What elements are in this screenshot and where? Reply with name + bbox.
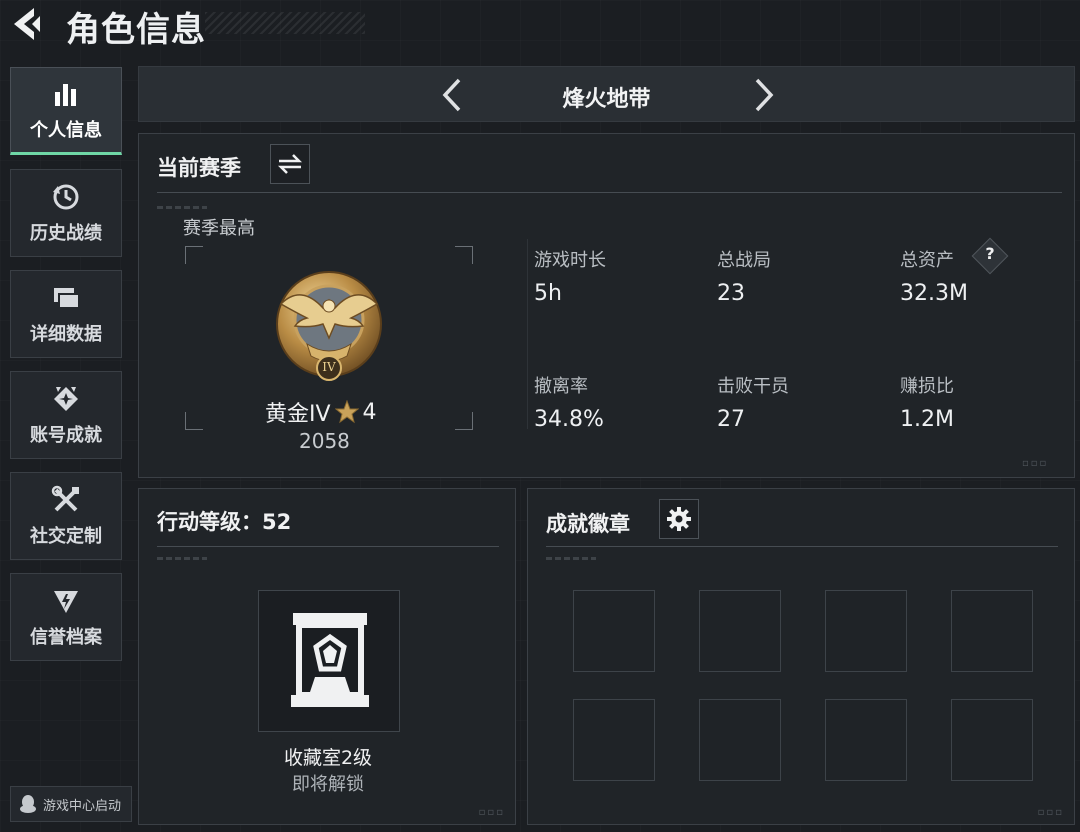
sidebar-item-personal-info[interactable]: 个人信息	[10, 67, 122, 155]
rank-score: 2058	[299, 429, 350, 453]
badge-slot[interactable]	[825, 699, 907, 781]
rank-name-row: 黄金IV 4	[265, 396, 377, 428]
folders-icon	[50, 282, 82, 314]
collection-room-status: 即将解锁	[292, 774, 364, 795]
badge-slot[interactable]	[951, 590, 1033, 672]
credit-shield-icon	[50, 585, 82, 617]
title-decoration	[205, 12, 365, 34]
stat-label-play-time: 游戏时长	[534, 250, 606, 271]
corner-decor: ▫▫▫	[1022, 458, 1049, 469]
badge-slot[interactable]	[951, 699, 1033, 781]
action-level-panel: 行动等级：52 收藏室2级 即将解锁 ▫▫▫	[138, 488, 516, 825]
decor-marks	[157, 206, 207, 209]
collection-room-name: 收藏室2级	[283, 747, 373, 769]
tools-icon	[50, 484, 82, 516]
switch-season-button[interactable]	[270, 144, 310, 184]
mode-title: 烽火地带	[562, 87, 651, 112]
decor-marks	[546, 557, 596, 560]
sidebar-item-label: 详细数据	[30, 324, 102, 345]
stat-value-operators-defeated: 27	[717, 407, 745, 432]
sidebar-item-label: 社交定制	[30, 526, 102, 547]
frame-corner	[455, 246, 473, 264]
divider	[546, 546, 1058, 547]
badge-settings-button[interactable]	[659, 499, 699, 539]
stat-value-extraction-rate: 34.8%	[534, 407, 604, 432]
chevron-right-icon	[755, 78, 774, 112]
corner-decor: ▫▫▫	[1037, 807, 1064, 818]
qq-penguin-icon	[20, 795, 36, 813]
stat-label-operators-defeated: 击败干员	[717, 376, 789, 397]
bar-chart-icon	[50, 78, 82, 110]
swap-arrows-icon	[277, 154, 303, 174]
decor-marks	[157, 557, 207, 560]
corner-decor: ▫▫▫	[478, 807, 505, 818]
sidebar-item-credit-record[interactable]: 信誉档案	[10, 573, 122, 661]
achievement-badges-title: 成就徽章	[546, 512, 630, 536]
frame-corner	[455, 412, 473, 430]
stat-label-total-matches: 总战局	[717, 250, 771, 271]
stat-label-profit-loss-ratio: 赚损比	[900, 376, 954, 397]
season-panel-title: 当前赛季	[157, 156, 241, 180]
header: 角色信息	[0, 0, 1080, 50]
divider	[157, 192, 1062, 193]
divider	[527, 239, 528, 429]
stat-value-profit-loss-ratio: 1.2M	[900, 407, 954, 432]
sidebar-item-history[interactable]: 历史战绩	[10, 169, 122, 257]
stat-value-total-matches: 23	[717, 281, 745, 306]
achievement-badges-panel: 成就徽章 ▫▫▫	[527, 488, 1075, 825]
frame-corner	[185, 412, 203, 430]
badge-slot[interactable]	[573, 699, 655, 781]
badge-slot[interactable]	[573, 590, 655, 672]
rank-name: 黄金IV	[265, 402, 331, 427]
sidebar-item-social-custom[interactable]: 社交定制	[10, 472, 122, 560]
badge-slot[interactable]	[699, 590, 781, 672]
action-level-title: 行动等级：52	[157, 510, 292, 534]
help-icon: ?	[985, 244, 995, 263]
badge-slot[interactable]	[825, 590, 907, 672]
game-center-launch-button[interactable]: 游戏中心启动	[10, 786, 132, 822]
stat-value-total-assets: 32.3M	[900, 281, 968, 306]
page-title: 角色信息	[66, 10, 206, 50]
mode-selector: 烽火地带	[138, 66, 1075, 122]
sidebar-item-detailed-data[interactable]: 详细数据	[10, 270, 122, 358]
divider	[157, 546, 499, 547]
rank-badge-numeral: IV	[322, 360, 336, 374]
next-mode-button[interactable]	[745, 77, 781, 113]
history-clock-icon	[50, 181, 82, 213]
rank-stars: 4	[362, 399, 377, 425]
back-arrow-icon	[14, 8, 40, 40]
season-panel: 当前赛季 赛季最高 IV 黄金IV 4 2058 游戏时长 5h 总战局 23 …	[138, 133, 1075, 478]
season-best-label: 赛季最高	[183, 218, 255, 239]
sidebar-item-account-achievements[interactable]: 账号成就	[10, 371, 122, 459]
stat-value-play-time: 5h	[534, 281, 562, 306]
star-icon	[334, 400, 359, 424]
collection-room-icon	[291, 613, 369, 707]
rank-badge: IV	[273, 264, 385, 392]
sidebar-item-label: 历史战绩	[30, 223, 102, 244]
sidebar-item-label: 信誉档案	[30, 627, 102, 648]
collection-room-tile[interactable]	[258, 590, 400, 732]
game-center-launch-label: 游戏中心启动	[43, 798, 122, 814]
sidebar-item-label: 账号成就	[30, 425, 102, 446]
stat-label-total-assets: 总资产	[900, 250, 954, 271]
stat-label-extraction-rate: 撤离率	[534, 376, 588, 397]
badge-slot[interactable]	[699, 699, 781, 781]
achievement-icon	[50, 383, 82, 415]
frame-corner	[185, 246, 203, 264]
gear-icon	[667, 507, 691, 531]
back-button[interactable]	[10, 6, 48, 42]
sidebar-item-label: 个人信息	[30, 120, 102, 141]
